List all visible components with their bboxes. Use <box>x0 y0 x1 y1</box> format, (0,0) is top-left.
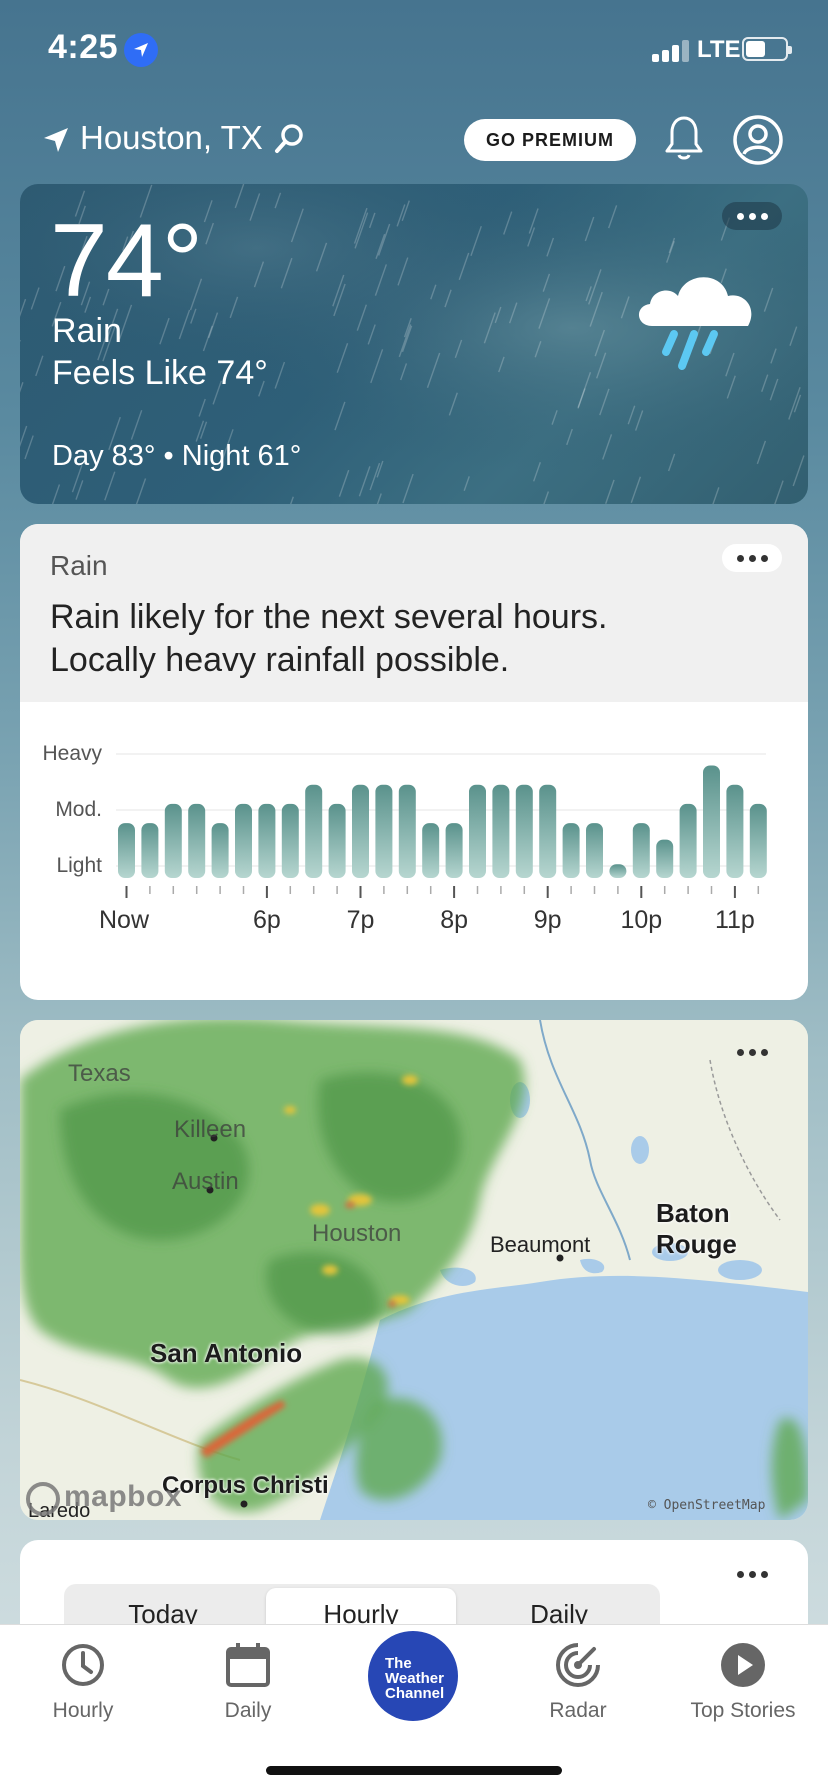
more-options-button[interactable] <box>722 544 782 572</box>
chart-y-label: Light <box>56 854 102 877</box>
chart-x-label: 10p <box>620 906 662 934</box>
header: Houston, TX GO PREMIUM <box>0 110 828 170</box>
profile-icon[interactable] <box>732 114 784 171</box>
rain-bar <box>164 803 182 878</box>
chart-x-label: 8p <box>440 906 468 934</box>
rain-forecast-card[interactable]: Rain Rain likely for the next several ho… <box>20 524 808 1000</box>
go-premium-button[interactable]: GO PREMIUM <box>464 119 636 161</box>
chart-x-label: 11p <box>715 906 755 934</box>
rain-bar <box>703 765 720 878</box>
rain-card-title: Rain <box>50 550 108 581</box>
rain-bar <box>258 803 276 878</box>
tabbar-daily[interactable]: Daily <box>183 1641 313 1723</box>
tabbar-top-stories-label: Top Stories <box>690 1699 796 1722</box>
rain-bar <box>492 784 510 878</box>
map-label-houston: Houston <box>312 1220 402 1247</box>
chart-x-label: 6p <box>253 906 281 934</box>
rain-summary-line1: Rain likely for the next several hours. <box>50 598 608 636</box>
chart-y-label: Mod. <box>55 798 102 821</box>
battery-icon <box>742 37 792 61</box>
rain-bar <box>586 823 603 878</box>
rain-bar <box>445 823 463 878</box>
map-label-baton-rouge: Baton Rouge <box>656 1198 737 1259</box>
rain-bar <box>281 803 299 878</box>
rain-bar <box>398 784 416 878</box>
rain-bar <box>469 784 486 878</box>
rain-bar <box>656 839 674 878</box>
map-label-austin: Austin <box>172 1168 239 1195</box>
rain-bar <box>188 803 206 878</box>
rain-bar <box>305 784 323 878</box>
rain-bar <box>539 784 557 878</box>
tabbar-hourly[interactable]: Hourly <box>18 1641 148 1723</box>
tabbar-radar[interactable]: Radar <box>513 1641 643 1723</box>
rain-summary-line2: Locally heavy rainfall possible. <box>50 641 510 679</box>
rain-summary: Rain likely for the next several hours. … <box>50 596 750 682</box>
current-conditions-card[interactable]: 74° Rain Feels Like 74° Day 83° • Night … <box>20 184 808 504</box>
rain-bar <box>726 784 744 878</box>
network-type: LTE <box>697 36 741 63</box>
calendar-icon <box>226 1643 270 1687</box>
location-services-icon <box>124 33 158 67</box>
tabbar-daily-label: Daily <box>224 1699 272 1722</box>
mapbox-logo-icon <box>26 1482 60 1516</box>
radar-map-card[interactable]: Texas Killeen Austin Houston Beaumont Ba… <box>20 1020 808 1520</box>
more-options-button[interactable] <box>722 202 782 230</box>
map-label-san-antonio: San Antonio <box>150 1338 303 1368</box>
map-label-killeen: Killeen <box>174 1116 247 1143</box>
home-indicator <box>266 1766 562 1775</box>
search-icon[interactable] <box>274 122 306 159</box>
map-label-texas: Texas <box>68 1060 131 1087</box>
map-label-beaumont: Beaumont <box>490 1232 591 1257</box>
logo-line-2: Weather <box>385 1670 444 1687</box>
logo-line-1: The <box>385 1655 412 1672</box>
rain-bar <box>515 784 533 878</box>
rain-summary-section: Rain Rain likely for the next several ho… <box>20 524 808 702</box>
rain-bar <box>679 803 697 878</box>
chart-x-label: 7p <box>347 906 375 934</box>
rain-bar <box>375 784 393 878</box>
cellular-signal-icon <box>652 38 692 62</box>
tabbar-hourly-label: Hourly <box>52 1699 114 1722</box>
current-condition: Rain <box>52 312 122 350</box>
map-label-corpus-christi: Corpus Christi <box>162 1472 329 1499</box>
rain-bar <box>632 823 650 878</box>
more-options-button[interactable] <box>722 1560 782 1588</box>
day-night-temps: Day 83° • Night 61° <box>52 440 302 472</box>
radar-icon <box>556 1643 600 1687</box>
location-arrow-icon[interactable] <box>42 126 70 159</box>
rain-bar <box>352 784 369 878</box>
rain-intensity-chart: Heavy Mod. Light Now 6p 7p 8p 9p 10p 11p <box>42 742 767 934</box>
rain-bar <box>749 803 767 878</box>
status-time: 4:25 <box>48 28 119 66</box>
map-attribution[interactable]: © OpenStreetMap <box>648 1498 765 1513</box>
rain-bar <box>562 823 580 878</box>
rain-bar <box>141 823 159 878</box>
location-name[interactable]: Houston, TX <box>80 119 263 157</box>
rain-bar <box>609 864 627 878</box>
rain-bar <box>235 803 252 878</box>
chart-y-label: Heavy <box>42 742 102 765</box>
chart-x-label: 9p <box>534 906 562 934</box>
play-icon <box>721 1643 765 1687</box>
rain-cloud-icon <box>630 264 760 389</box>
chart-x-label: Now <box>99 906 150 934</box>
rain-bar <box>118 823 135 878</box>
feels-like: Feels Like 74° <box>52 354 268 392</box>
bell-icon[interactable] <box>664 114 704 169</box>
mapbox-logo: mapbox <box>64 1480 183 1513</box>
tabbar-top-stories[interactable]: Top Stories <box>678 1641 808 1723</box>
rain-bar <box>211 823 229 878</box>
tabbar-radar-label: Radar <box>549 1699 607 1722</box>
weather-channel-logo[interactable]: The Weather Channel <box>368 1631 458 1721</box>
clock-icon <box>62 1644 104 1686</box>
radar-map[interactable] <box>20 1020 808 1520</box>
logo-line-3: Channel <box>385 1685 445 1702</box>
status-bar: 4:25 LTE <box>0 0 828 100</box>
more-options-button[interactable] <box>722 1038 782 1066</box>
current-temperature: 74° <box>50 203 203 319</box>
rain-bar <box>328 803 346 878</box>
rain-bar <box>422 823 440 878</box>
